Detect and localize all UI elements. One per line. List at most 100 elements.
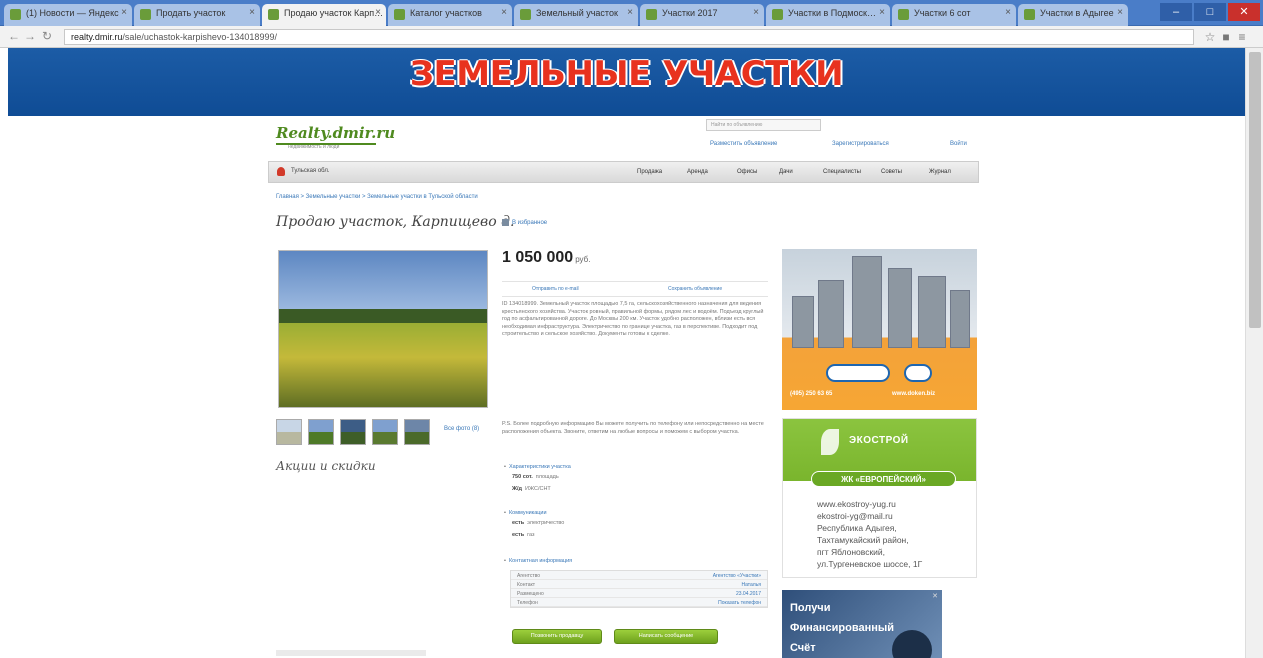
ad-line: Республика Адыгея,: [817, 523, 897, 533]
listing-note: P.S. Более подробную информацию Вы может…: [502, 421, 764, 435]
menu-icon[interactable]: ≡: [1235, 30, 1249, 44]
prop-value: 750 сот. площадь: [512, 474, 559, 480]
close-icon[interactable]: ×: [753, 7, 759, 18]
close-icon[interactable]: ×: [1117, 7, 1123, 18]
building-shape: [852, 256, 882, 348]
close-icon[interactable]: ×: [879, 7, 885, 18]
building-shape: [950, 290, 970, 348]
url-input[interactable]: realty.dmir.ru/sale/uchastok-karpishevo-…: [64, 29, 1194, 45]
price: 1 050 000 руб.: [502, 249, 591, 266]
browser-tab[interactable]: Продать участок ×: [134, 4, 260, 26]
ad-banner-ekostroy[interactable]: ЭКОСТРОЙ ЖК «ЕВРОПЕЙСКИЙ» www.ekostroy-y…: [782, 418, 977, 578]
login-link[interactable]: Войти: [950, 141, 967, 147]
top-banner[interactable]: ЗЕМЕЛЬНЫЕ УЧАСТКИ: [8, 48, 1245, 116]
write-message-button[interactable]: Написать сообщение: [614, 629, 718, 644]
browser-tab[interactable]: Участки в Адыгее ×: [1018, 4, 1128, 26]
close-icon[interactable]: ×: [375, 7, 381, 18]
browser-tab[interactable]: Участки 2017 ×: [640, 4, 764, 26]
extension-icon[interactable]: ■: [1219, 30, 1233, 44]
photo-thumbnail[interactable]: [276, 419, 302, 445]
save-listing-link[interactable]: Сохранить объявление: [668, 286, 722, 292]
search-input[interactable]: Найти по объявлению: [706, 119, 821, 131]
close-icon[interactable]: ×: [627, 7, 633, 18]
favicon-icon: [268, 9, 279, 20]
close-icon[interactable]: ×: [121, 7, 127, 18]
page-title: Продаю участок, Карпищево д.: [276, 214, 515, 230]
favicon-icon: [646, 9, 657, 20]
nav-dachas[interactable]: Дачи: [779, 169, 793, 175]
send-email-link[interactable]: Отправить по e-mail: [532, 286, 579, 292]
reload-icon[interactable]: ↻: [42, 29, 52, 43]
add-favorite-link[interactable]: В избранное: [502, 219, 547, 226]
ad-banner-doken[interactable]: (495) 250 63 65 www.doken.biz: [782, 249, 977, 410]
close-icon[interactable]: ×: [501, 7, 507, 18]
scrollbar-thumb[interactable]: [1249, 52, 1261, 328]
ad-line: ул.Тургеневское шоссе, 1Г: [817, 559, 923, 569]
leaf-icon: [821, 429, 839, 455]
browser-tab-active[interactable]: Продаю участок Карп… ×: [262, 4, 386, 26]
brand-logo: [904, 364, 932, 382]
prop-value: есть газ: [512, 532, 535, 538]
browser-tab[interactable]: Каталог участков ×: [388, 4, 512, 26]
post-ad-link[interactable]: Разместить объявление: [710, 141, 777, 147]
photo-thumbnail[interactable]: [308, 419, 334, 445]
photo-field: [279, 323, 487, 407]
nav-tips[interactable]: Советы: [881, 169, 902, 175]
minimize-button[interactable]: –: [1160, 3, 1192, 21]
ad-line: Получи: [790, 602, 831, 614]
call-seller-button[interactable]: Позвонить продавцу: [512, 629, 602, 644]
city-selector[interactable]: Тульская обл.: [291, 168, 330, 174]
star-icon[interactable]: ☆: [1203, 30, 1217, 44]
building-shape: [918, 276, 946, 348]
close-icon[interactable]: ✕: [932, 592, 938, 600]
building-shape: [818, 280, 844, 348]
location-icon: [277, 167, 285, 176]
maximize-button[interactable]: □: [1194, 3, 1226, 21]
nav-sale[interactable]: Продажа: [637, 169, 662, 175]
all-photos-link[interactable]: Все фото (8): [444, 426, 479, 432]
nav-journal[interactable]: Журнал: [929, 169, 951, 175]
ad-line: Счёт: [790, 642, 816, 654]
site-logo[interactable]: Realty.dmir.ru: [276, 124, 395, 142]
ad-phone: (495) 250 63 65: [790, 391, 833, 397]
back-icon[interactable]: ←: [8, 29, 20, 43]
breadcrumb[interactable]: Главная > Земельные участки > Земельные …: [276, 194, 478, 200]
register-link[interactable]: Зарегистрироваться: [832, 141, 889, 147]
props-heading: Характеристики участка: [504, 464, 571, 470]
close-icon[interactable]: ×: [249, 7, 255, 18]
nav-offices[interactable]: Офисы: [737, 169, 757, 175]
main-nav: Тульская обл. Продажа Аренда Офисы Дачи …: [268, 161, 979, 183]
footer-fragment: [276, 650, 426, 656]
ad-site: www.doken.biz: [892, 391, 936, 397]
table-row: Телефон Показать телефон: [511, 598, 767, 607]
prop-value: Ж/д ИЖС/СНТ: [512, 486, 551, 492]
forward-icon[interactable]: →: [24, 29, 36, 43]
ad-line: пгт Яблоновский,: [817, 547, 886, 557]
browser-tab[interactable]: Участки в Подмоск… ×: [766, 4, 890, 26]
browser-tab[interactable]: Участки 6 сот ×: [892, 4, 1016, 26]
photo-thumbnail[interactable]: [340, 419, 366, 445]
brand-logo: [826, 364, 890, 382]
nav-specialists[interactable]: Специалисты: [823, 169, 861, 175]
browser-tab[interactable]: (1) Новости — Яндекс ×: [4, 4, 132, 26]
photo-thumbnail[interactable]: [404, 419, 430, 445]
ad-banner-finance[interactable]: ✕ Получи Финансированный Счёт: [782, 590, 942, 658]
actions-heading: Акции и скидки: [276, 459, 376, 473]
browser-tab[interactable]: Земельный участок ×: [514, 4, 638, 26]
favicon-icon: [898, 9, 909, 20]
building-shape: [888, 268, 912, 348]
ad-line: ekostroi-yg@mail.ru: [817, 511, 893, 521]
close-icon[interactable]: ×: [1005, 7, 1011, 18]
favicon-icon: [520, 9, 531, 20]
nav-rent[interactable]: Аренда: [687, 169, 708, 175]
listing-actions: Отправить по e-mail Сохранить объявление: [502, 281, 768, 297]
favicon-icon: [394, 9, 405, 20]
ad-brand: ЭКОСТРОЙ: [849, 435, 909, 446]
main-photo[interactable]: [278, 250, 488, 408]
ad-line: Тахтамукайский район,: [817, 535, 909, 545]
photo-thumbnail[interactable]: [372, 419, 398, 445]
page-scrollbar[interactable]: [1245, 48, 1263, 658]
ad-line: Финансированный: [790, 622, 895, 634]
window-close-button[interactable]: ✕: [1228, 3, 1260, 21]
table-row: Размещено 23.04.2017: [511, 589, 767, 598]
